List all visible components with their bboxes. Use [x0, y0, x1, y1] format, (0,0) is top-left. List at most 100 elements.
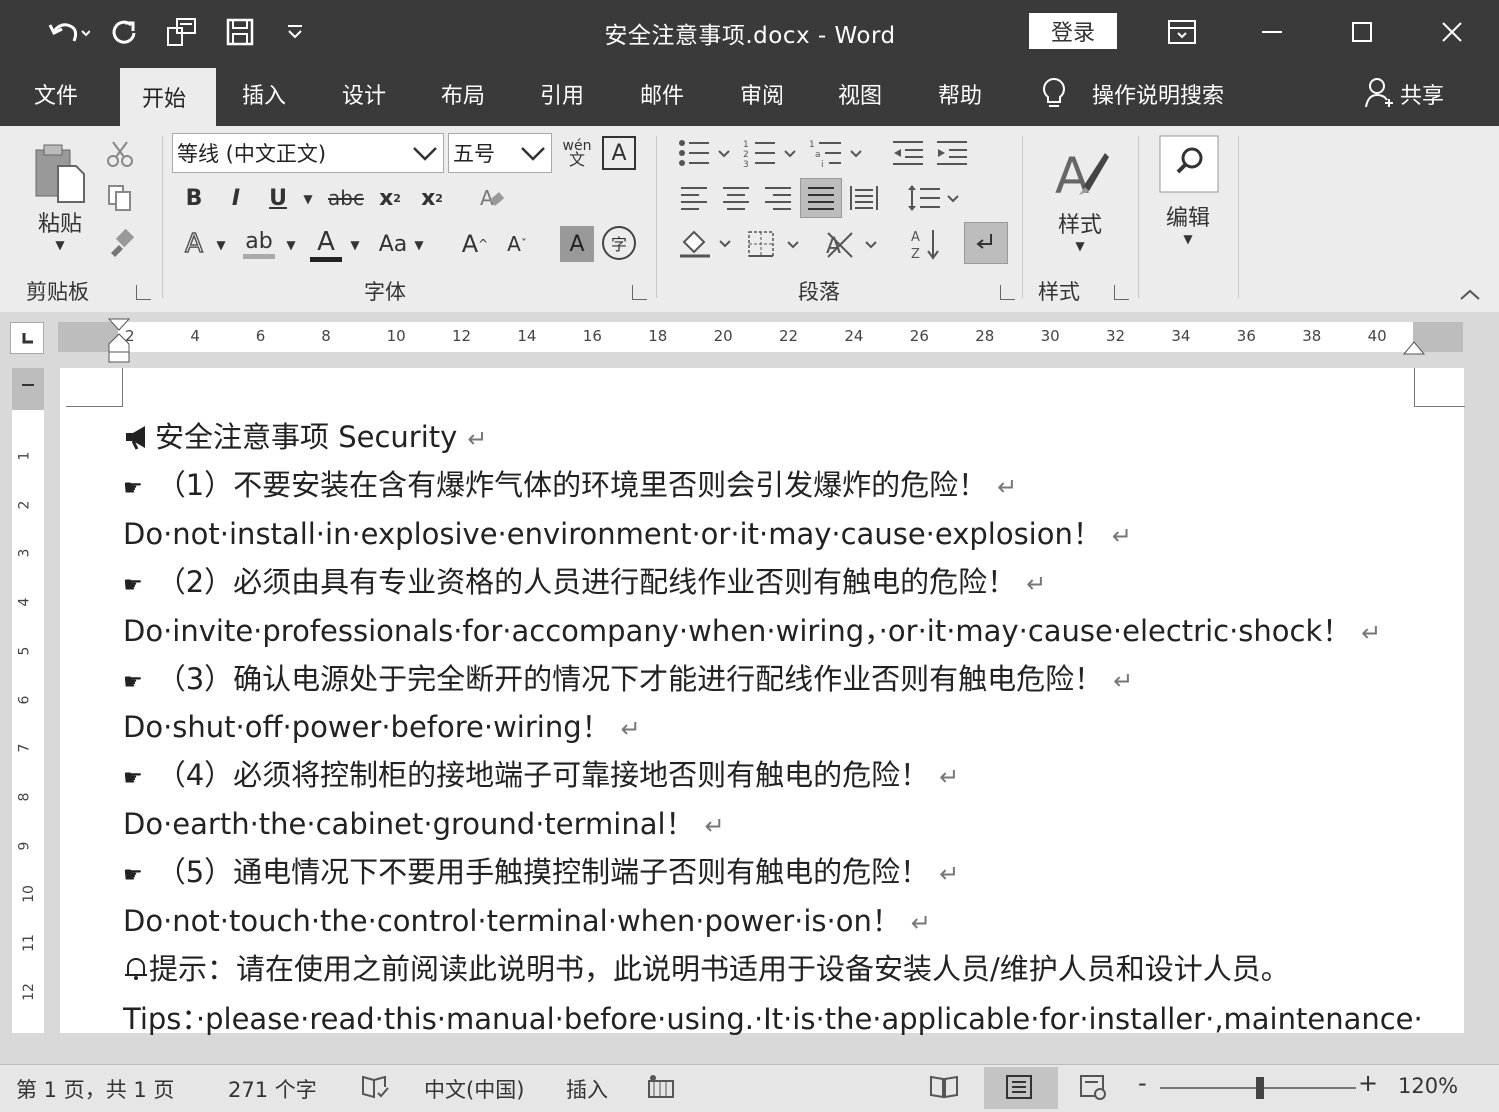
chevron-down-icon[interactable]: ▼	[298, 184, 318, 214]
touch-mode-button[interactable]	[160, 12, 204, 52]
macro-recording-icon[interactable]	[646, 1073, 676, 1106]
text-effects-button[interactable]: A	[176, 226, 212, 262]
share-button[interactable]: 共享	[1400, 78, 1444, 110]
increase-indent-button[interactable]	[932, 136, 972, 170]
tell-me-search[interactable]: 操作说明搜索	[1092, 78, 1224, 110]
item-5-zh[interactable]: ☛ （5）通电情况下不要用手触摸控制端子否则有触电的危险！ ↵	[123, 849, 959, 891]
tip-en[interactable]: Tips：·please·read·this·manual·before·usi…	[123, 996, 1423, 1038]
close-button[interactable]	[1422, 10, 1482, 54]
font-name-combo[interactable]: 等线 (中文正文)	[172, 133, 444, 173]
web-layout-icon[interactable]	[1078, 1073, 1108, 1106]
page-count[interactable]: 第 1 页，共 1 页	[16, 1074, 174, 1104]
ribbon-display-options-button[interactable]	[1152, 10, 1212, 54]
paragraph-launcher-icon[interactable]	[1000, 285, 1015, 300]
styles-button[interactable]: A 样式 ▼	[1042, 134, 1118, 262]
line-spacing-button[interactable]	[904, 180, 962, 216]
item-5-en[interactable]: Do·not·touch·the·control·terminal·when·p…	[123, 898, 931, 940]
font-size-combo[interactable]: 五号	[448, 133, 552, 173]
insert-mode[interactable]: 插入	[566, 1074, 608, 1104]
item-1-en[interactable]: Do·not·install·in·explosive·environment·…	[123, 511, 1132, 553]
tab-mailings[interactable]: 邮件	[640, 78, 684, 110]
character-shading-button[interactable]: A	[560, 226, 594, 262]
collapse-ribbon-button[interactable]	[1456, 284, 1484, 306]
enclose-characters-button[interactable]: 字	[602, 226, 636, 260]
bullets-button[interactable]	[676, 136, 732, 170]
customize-qat-button[interactable]	[280, 12, 310, 52]
align-right-button[interactable]	[760, 180, 796, 216]
chevron-down-icon[interactable]: ▼	[212, 232, 230, 258]
doc-heading[interactable]: 安全注意事项 Security ↵	[123, 414, 487, 456]
tab-review[interactable]: 审阅	[740, 78, 784, 110]
vertical-ruler[interactable]: 1 2 3 4 5 6 7 8 9 10 11 12	[12, 368, 44, 1033]
paste-button[interactable]: 粘贴 ▼	[28, 136, 92, 256]
character-border-button[interactable]: A	[602, 136, 636, 170]
item-2-en[interactable]: Do·invite·professionals·for·accompany·wh…	[123, 608, 1381, 650]
tab-file[interactable]: 文件	[34, 78, 78, 110]
tip-zh[interactable]: 提示：请在使用之前阅读此说明书，此说明书适用于设备安装人员/维护人员和设计人员。	[123, 946, 1290, 988]
item-4-en[interactable]: Do·earth·the·cabinet·ground·terminal！ ↵	[123, 801, 725, 843]
justify-button[interactable]	[800, 178, 842, 218]
zoom-level[interactable]: 120%	[1398, 1074, 1458, 1098]
grow-font-button[interactable]: A ^	[458, 226, 492, 262]
tab-home[interactable]: 开始	[120, 68, 216, 126]
zoom-out-button[interactable]: -	[1138, 1069, 1147, 1097]
sort-button[interactable]: AZ	[906, 226, 946, 262]
chevron-down-icon[interactable]: ▼	[282, 232, 300, 258]
zoom-slider-thumb[interactable]	[1256, 1077, 1264, 1099]
maximize-button[interactable]	[1332, 10, 1392, 54]
proofing-icon[interactable]	[360, 1073, 390, 1106]
right-indent-icon[interactable]	[1403, 334, 1425, 356]
decrease-indent-button[interactable]	[888, 136, 928, 170]
show-formatting-marks-button[interactable]	[964, 222, 1008, 264]
highlight-button[interactable]: ab	[238, 226, 280, 262]
item-2-zh[interactable]: ☛ （2）必须由具有专业资格的人员进行配线作业否则有触电的危险！ ↵	[123, 559, 1046, 601]
font-color-button[interactable]: A	[306, 226, 346, 262]
chevron-down-icon[interactable]: ▼	[410, 232, 428, 258]
editing-button[interactable]: 编辑 ▼	[1152, 134, 1224, 262]
clear-formatting-button[interactable]: A	[474, 180, 510, 216]
save-button[interactable]	[218, 12, 262, 52]
minimize-button[interactable]	[1242, 10, 1302, 54]
chevron-down-icon[interactable]	[519, 140, 547, 171]
shading-button[interactable]	[676, 226, 734, 262]
styles-launcher-icon[interactable]	[1114, 285, 1129, 300]
read-mode-icon[interactable]	[928, 1073, 960, 1106]
first-line-indent-icon[interactable]	[108, 318, 130, 364]
tab-references[interactable]: 引用	[540, 78, 584, 110]
change-case-button[interactable]: Aa	[372, 226, 414, 262]
clipboard-launcher-icon[interactable]	[136, 285, 151, 300]
tab-design[interactable]: 设计	[342, 78, 386, 110]
shrink-font-button[interactable]: Aˇ	[500, 226, 534, 262]
chinese-layout-button[interactable]: A	[822, 226, 880, 262]
cut-button[interactable]	[104, 138, 136, 170]
format-painter-button[interactable]	[104, 226, 136, 258]
bold-button[interactable]: B	[178, 180, 210, 216]
align-left-button[interactable]	[676, 180, 712, 216]
horizontal-ruler[interactable]: 2 4 6 8 10 12 14 16 18 20 22 24 26 28 30 32 34 36 38 40	[58, 318, 1463, 363]
item-4-zh[interactable]: ☛ （4）必须将控制柜的接地端子可靠接地否则有触电的危险！ ↵	[123, 752, 959, 794]
tab-stop-selector[interactable]	[10, 322, 44, 354]
underline-button[interactable]: U	[262, 180, 294, 216]
copy-button[interactable]	[104, 182, 136, 214]
font-launcher-icon[interactable]	[632, 285, 647, 300]
strikethrough-button[interactable]: abc	[326, 180, 366, 216]
distributed-button[interactable]	[846, 180, 882, 216]
tab-view[interactable]: 视图	[838, 78, 882, 110]
tab-help[interactable]: 帮助	[938, 78, 982, 110]
chevron-down-icon[interactable]: ▼	[346, 232, 364, 258]
item-1-zh[interactable]: ☛ （1）不要安装在含有爆炸气体的环境里否则会引发爆炸的危险！ ↵	[123, 462, 1017, 504]
redo-button[interactable]	[104, 12, 144, 52]
item-3-zh[interactable]: ☛ （3）确认电源处于完全断开的情况下才能进行配线作业否则有触电危险！ ↵	[123, 656, 1133, 698]
borders-button[interactable]	[744, 226, 802, 262]
numbering-button[interactable]: 123	[742, 136, 798, 170]
language-status[interactable]: 中文(中国)	[424, 1074, 524, 1104]
tab-layout[interactable]: 布局	[441, 78, 485, 110]
align-center-button[interactable]	[718, 180, 754, 216]
zoom-in-button[interactable]: +	[1358, 1069, 1378, 1097]
superscript-button[interactable]: x2	[416, 180, 448, 216]
tab-insert[interactable]: 插入	[242, 78, 286, 110]
phonetic-guide-button[interactable]: wén 文	[558, 134, 596, 172]
multilevel-list-button[interactable]: 1ai	[808, 136, 864, 170]
word-count[interactable]: 271 个字	[228, 1074, 317, 1104]
item-3-en[interactable]: Do·shut·off·power·before·wiring！ ↵	[123, 704, 641, 746]
